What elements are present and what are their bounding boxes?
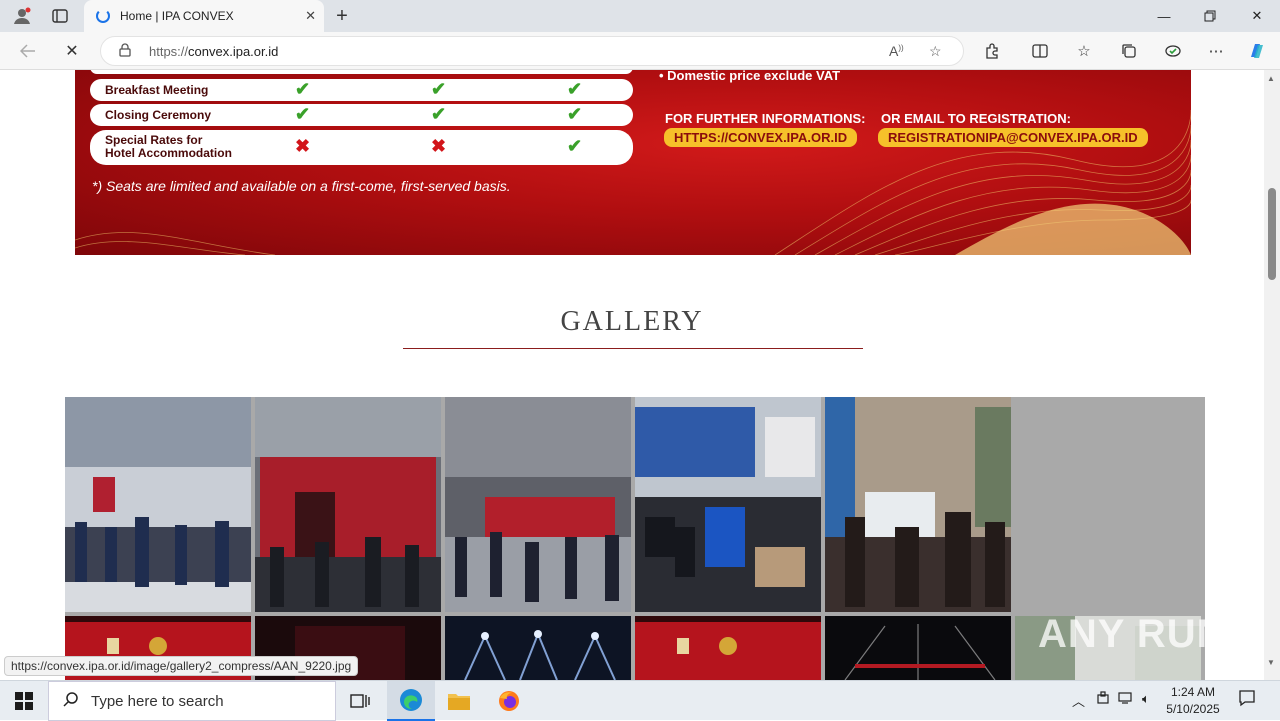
check-icon: ✔ bbox=[295, 104, 311, 124]
scrollbar-thumb[interactable] bbox=[1268, 188, 1276, 280]
check-icon: ✔ bbox=[567, 104, 583, 124]
restore-button[interactable] bbox=[1187, 0, 1233, 32]
check-icon: ✔ bbox=[295, 70, 307, 71]
gallery-photo[interactable] bbox=[825, 616, 1011, 680]
search-icon bbox=[63, 691, 79, 712]
show-hidden-icons[interactable]: ︿ bbox=[1072, 691, 1085, 710]
close-tab-icon[interactable]: ✕ bbox=[305, 8, 316, 24]
clock-date: 5/10/2025 bbox=[1166, 702, 1220, 716]
row-label: Special Rates for Hotel Accommodation bbox=[105, 134, 232, 160]
page-scrollbar[interactable]: ▲ ▼ bbox=[1264, 70, 1280, 680]
volume-icon[interactable]: 🔈︎ bbox=[1142, 691, 1150, 707]
cross-icon: ✖ bbox=[295, 136, 311, 156]
back-button[interactable] bbox=[14, 38, 42, 64]
browser-essentials-icon[interactable] bbox=[1161, 40, 1185, 62]
url-text: https://convex.ipa.or.id bbox=[149, 44, 278, 59]
search-placeholder: Type here to search bbox=[91, 692, 224, 710]
gallery-heading: GALLERY bbox=[560, 306, 704, 337]
gallery-photo[interactable] bbox=[635, 616, 821, 680]
more-menu-icon[interactable]: ⋯ bbox=[1204, 40, 1228, 62]
table-row-hotel: Special Rates for Hotel Accommodation ✖ ✖… bbox=[90, 130, 633, 165]
notifications-icon[interactable] bbox=[1238, 689, 1256, 710]
cross-icon: ✖ bbox=[431, 136, 447, 156]
anyrun-watermark: ANY RUN bbox=[1038, 612, 1227, 656]
loading-spinner-icon bbox=[96, 9, 110, 23]
task-view-button[interactable] bbox=[336, 681, 384, 721]
network-icon[interactable] bbox=[1118, 691, 1134, 708]
row-label: Breakfast Meeting bbox=[105, 83, 209, 97]
gallery-divider bbox=[403, 348, 863, 349]
table-row-breakfast: Breakfast Meeting ✔ ✔ ✔ bbox=[90, 79, 633, 101]
stop-loading-button[interactable]: ✕ bbox=[58, 38, 86, 64]
tab-home[interactable]: Home | IPA CONVEX ✕ bbox=[84, 0, 324, 32]
tab-bar: Home | IPA CONVEX ✕ + — ✕ bbox=[0, 0, 1280, 32]
tab-title: Home | IPA CONVEX bbox=[120, 9, 234, 23]
info-label: FOR FURTHER INFORMATIONS: bbox=[665, 111, 866, 126]
table-row-closing: Closing Ceremony ✔ ✔ ✔ bbox=[90, 104, 633, 126]
gallery-photo[interactable] bbox=[255, 397, 441, 612]
taskbar-search[interactable]: Type here to search bbox=[48, 681, 336, 721]
check-icon: ✔ bbox=[567, 136, 583, 156]
check-icon: ✔ bbox=[431, 104, 447, 124]
favorites-icon[interactable]: ☆ bbox=[1072, 40, 1096, 62]
collections-icon[interactable] bbox=[1117, 40, 1141, 62]
website-link-pill: HTTPS://CONVEX.IPA.OR.ID bbox=[664, 128, 858, 147]
security-tray-icon[interactable] bbox=[1096, 691, 1110, 708]
row-label: Closing Ceremony bbox=[105, 108, 212, 122]
lock-icon[interactable] bbox=[119, 42, 133, 60]
extensions-icon[interactable] bbox=[980, 40, 1004, 62]
favorite-star-icon[interactable]: ☆ bbox=[929, 43, 942, 60]
gallery-photo[interactable] bbox=[445, 616, 631, 680]
table-row-top: ✔ ✔ ✔ bbox=[90, 70, 633, 74]
check-icon: ✔ bbox=[431, 70, 443, 71]
tab-actions-icon[interactable] bbox=[46, 4, 74, 28]
start-button[interactable] bbox=[0, 681, 48, 721]
vat-note: • Domestic price exclude VAT bbox=[659, 70, 841, 83]
split-screen-icon[interactable] bbox=[1028, 40, 1052, 62]
gallery-photo[interactable] bbox=[635, 397, 821, 612]
clock-time: 1:24 AM bbox=[1170, 685, 1216, 699]
scroll-down-icon[interactable]: ▼ bbox=[1267, 658, 1275, 667]
row-label-line1: Special Rates for bbox=[105, 133, 203, 147]
url-host: convex.ipa.or.id bbox=[188, 43, 279, 59]
browser-toolbar: ✕ https://convex.ipa.or.id A)) ☆ ☆ ⋯ bbox=[0, 32, 1280, 70]
firefox-icon[interactable] bbox=[485, 681, 533, 721]
read-aloud-icon[interactable]: A)) bbox=[889, 43, 904, 59]
gallery-photo[interactable] bbox=[65, 397, 251, 612]
address-bar[interactable]: https://convex.ipa.or.id A)) ☆ bbox=[100, 36, 964, 66]
pricing-banner: ✔ ✔ ✔ Breakfast Meeting ✔ ✔ ✔ Closing Ce… bbox=[75, 70, 1191, 255]
system-clock[interactable]: 1:24 AM 5/10/2025 bbox=[1162, 684, 1224, 718]
status-bar-url: https://convex.ipa.or.id/image/gallery2_… bbox=[4, 656, 359, 676]
windows-logo-icon bbox=[15, 692, 33, 710]
gallery-photo[interactable] bbox=[825, 397, 1011, 612]
scroll-up-icon[interactable]: ▲ bbox=[1267, 74, 1275, 83]
email-link-pill: REGISTRATIONIPA@CONVEX.IPA.OR.ID bbox=[878, 128, 1148, 147]
url-protocol: https:// bbox=[149, 43, 189, 59]
copilot-icon[interactable] bbox=[1245, 40, 1269, 62]
profile-icon[interactable] bbox=[8, 4, 36, 28]
row-label-line2: Hotel Accommodation bbox=[105, 146, 232, 160]
seats-note: *) Seats are limited and available on a … bbox=[92, 178, 511, 194]
web-page: ✔ ✔ ✔ Breakfast Meeting ✔ ✔ ✔ Closing Ce… bbox=[0, 70, 1264, 680]
gallery-photo[interactable] bbox=[445, 397, 631, 612]
file-explorer-icon[interactable] bbox=[435, 681, 483, 721]
edge-taskbar-icon[interactable] bbox=[387, 681, 435, 721]
check-icon: ✔ bbox=[567, 79, 583, 99]
windows-taskbar: Type here to search ︿ 🔈︎ 1:24 AM 5/10/20… bbox=[0, 680, 1280, 721]
check-icon: ✔ bbox=[295, 79, 311, 99]
close-window-button[interactable]: ✕ bbox=[1234, 0, 1280, 32]
email-label: OR EMAIL TO REGISTRATION: bbox=[881, 111, 1071, 126]
check-icon: ✔ bbox=[567, 70, 579, 71]
new-tab-button[interactable]: + bbox=[330, 4, 354, 28]
minimize-button[interactable]: — bbox=[1141, 0, 1187, 32]
check-icon: ✔ bbox=[431, 79, 447, 99]
